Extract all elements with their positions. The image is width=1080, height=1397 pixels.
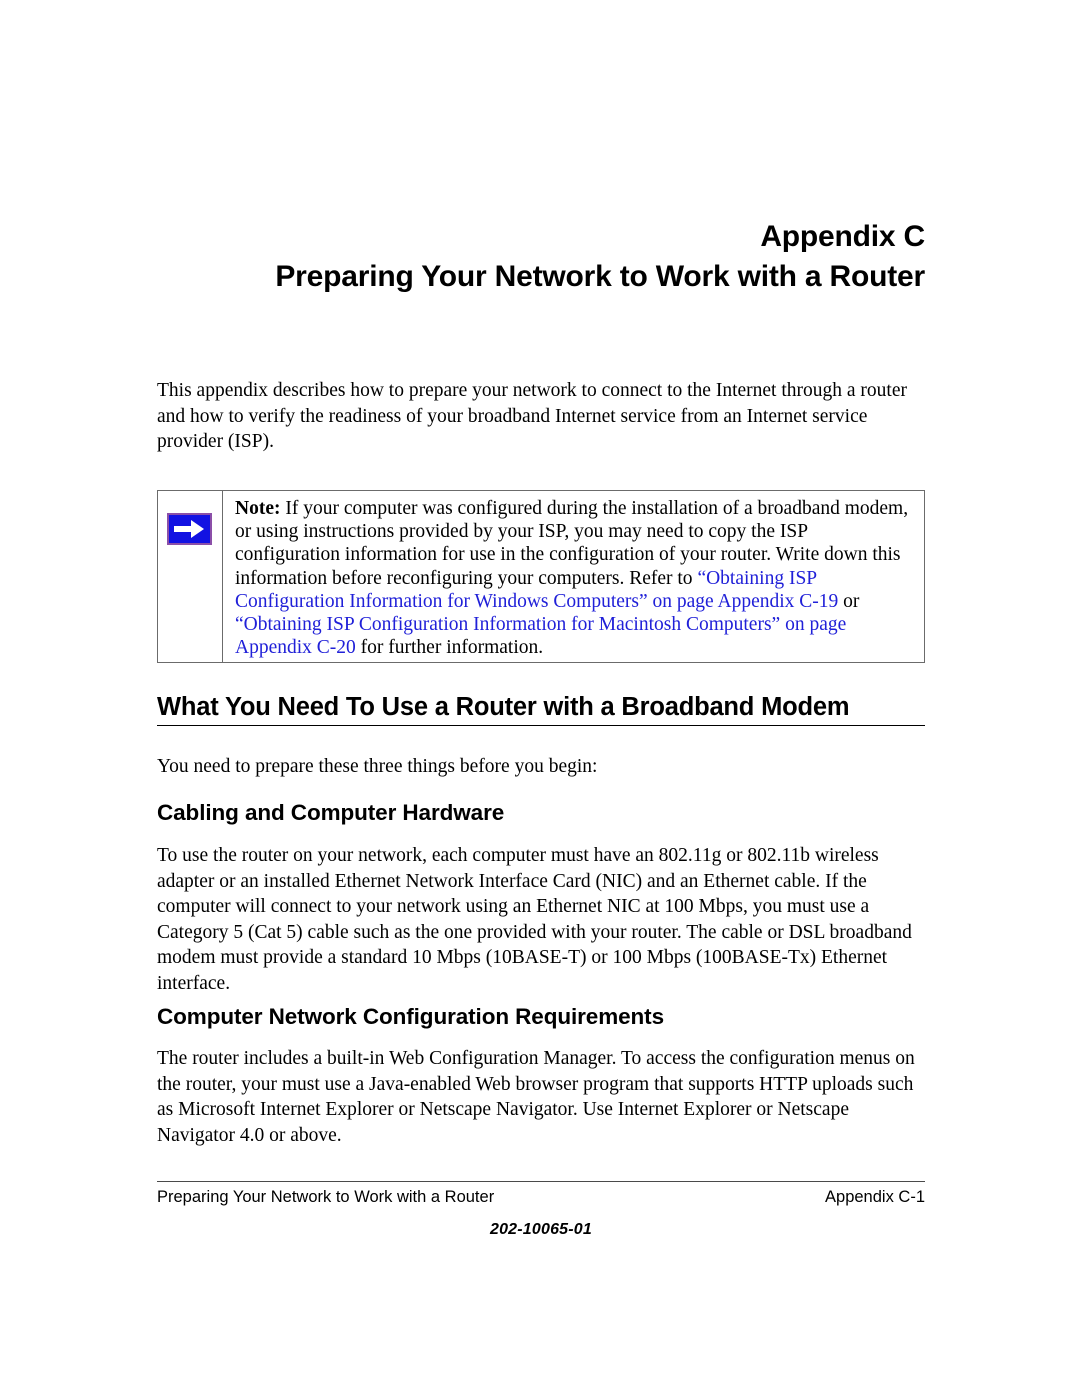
subsection-paragraph-network-config: The router includes a built-in Web Confi…	[157, 1048, 915, 1146]
subsection-heading-network-config: Computer Network Configuration Requireme…	[157, 1004, 664, 1029]
page-title: Appendix C Preparing Your Network to Wor…	[157, 218, 925, 298]
note-label: Note:	[235, 498, 281, 519]
note-text-part3: for further information.	[355, 637, 544, 659]
footer-chapter-title: Preparing Your Network to Work with a Ro…	[157, 1188, 495, 1206]
intro-paragraph: This appendix describes how to prepare y…	[157, 380, 907, 452]
subsection-heading-cabling: Cabling and Computer Hardware	[157, 800, 505, 825]
section-heading-rule	[157, 725, 925, 726]
note-arrow-icon	[167, 513, 212, 545]
document-page: Appendix C Preparing Your Network to Wor…	[0, 0, 1080, 1397]
footer-rule	[157, 1181, 925, 1182]
footer-page-number: Appendix C-1	[825, 1188, 925, 1206]
subsection-paragraph-cabling: To use the router on your network, each …	[157, 845, 912, 994]
appendix-title: Preparing Your Network to Work with a Ro…	[275, 260, 925, 293]
footer-row: Preparing Your Network to Work with a Ro…	[157, 1188, 925, 1207]
note-text-part2: or	[838, 590, 860, 612]
section-heading-block: What You Need To Use a Router with a Bro…	[157, 692, 925, 726]
note-icon-cell	[158, 491, 223, 662]
note-callout: Note: If your computer was configured du…	[157, 490, 925, 663]
note-text: Note: If your computer was configured du…	[223, 491, 924, 662]
section-heading: What You Need To Use a Router with a Bro…	[157, 693, 850, 721]
footer-document-number: 202-10065-01	[489, 1221, 593, 1238]
appendix-label: Appendix C	[760, 220, 925, 253]
section-lead-paragraph: You need to prepare these three things b…	[157, 756, 598, 777]
page-footer: Preparing Your Network to Work with a Ro…	[157, 1181, 925, 1239]
